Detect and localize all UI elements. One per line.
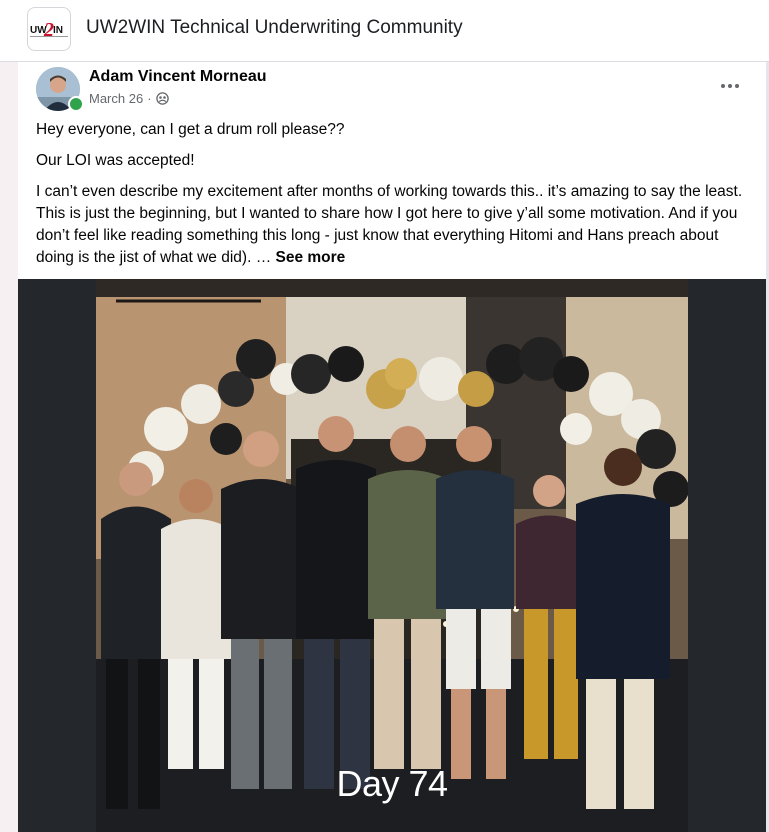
meta-separator: · (147, 91, 152, 106)
author-name[interactable]: Adam Vincent Morneau (89, 68, 267, 86)
post-paragraph-3: I can’t even describe my excitement afte… (36, 181, 748, 269)
post-paragraph-2: Our LOI was accepted! (36, 152, 195, 169)
photo-caption: Day 74 (336, 763, 448, 804)
svg-text:IN: IN (53, 25, 63, 36)
post-media: Day 74 (18, 279, 766, 832)
post-date[interactable]: March 26 (89, 91, 143, 106)
post-photo[interactable]: Day 74 (96, 279, 688, 832)
left-page-strip (0, 62, 18, 832)
group-logo[interactable]: UW 2 IN (27, 7, 71, 51)
post-body: Hey everyone, can I get a drum roll plea… (36, 119, 748, 278)
post-card: Adam Vincent Morneau March 26 · Hey ever… (18, 62, 766, 832)
post-paragraph-3-text: I can’t even describe my excitement afte… (36, 183, 743, 266)
ellipsis: … (255, 249, 272, 266)
group-name[interactable]: UW2WIN Technical Underwriting Community (86, 17, 463, 39)
post-meta: March 26 · (89, 91, 169, 106)
group-icon (155, 92, 169, 105)
see-more-link[interactable]: See more (276, 249, 346, 266)
group-logo-image: UW 2 IN (30, 19, 68, 41)
online-status-indicator (68, 96, 84, 112)
more-options-icon[interactable] (718, 76, 742, 96)
post-paragraph-1: Hey everyone, can I get a drum roll plea… (36, 121, 345, 138)
group-header: UW 2 IN UW2WIN Technical Underwriting Co… (0, 0, 769, 62)
group-photo-image (96, 279, 688, 832)
